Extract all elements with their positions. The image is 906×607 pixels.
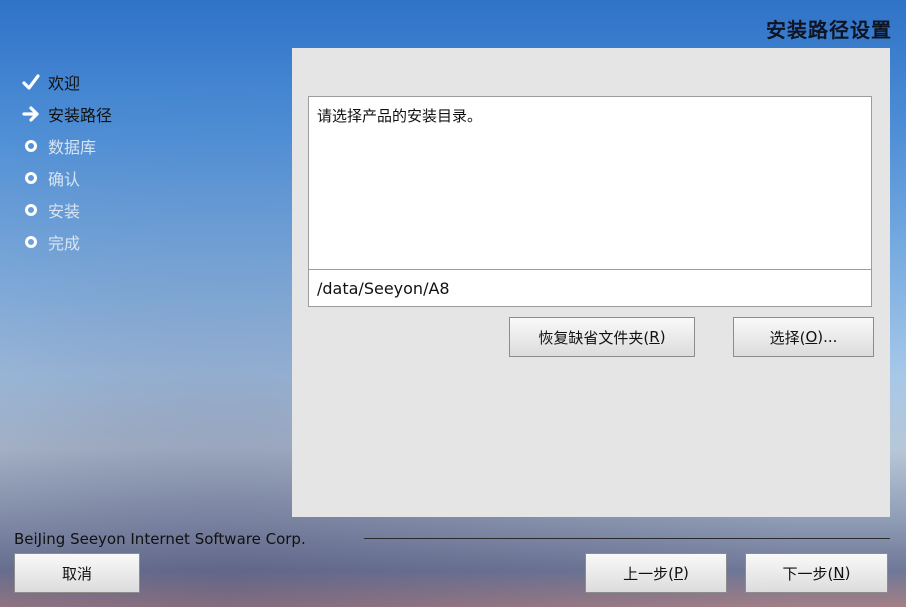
step-welcome: 欢迎 [20,66,112,98]
step-label: 数据库 [48,138,97,157]
circle-icon [20,203,42,217]
step-confirm: 确认 [20,162,112,194]
cancel-label: 取消 [61,564,92,583]
choose-suffix: )... [817,328,838,346]
choose-mnemonic: O [805,328,818,346]
step-install-path: 安装路径 [20,98,112,130]
footer-divider [364,538,890,539]
step-label: 安装路径 [48,106,113,125]
next-button[interactable]: 下一步(N) [745,553,888,593]
next-label: 下一步( [782,564,834,583]
step-finish: 完成 [20,226,112,258]
description-text: 请选择产品的安装目录。 [317,107,483,125]
description-box: 请选择产品的安装目录。 [308,96,872,296]
prev-label-close: ) [683,564,689,582]
prev-label: 上一步( [623,564,674,583]
step-install: 安装 [20,194,112,226]
circle-icon [20,235,42,249]
install-path-field[interactable] [308,269,872,307]
step-label: 确认 [48,170,81,189]
choose-label: 选择( [769,328,806,347]
step-database: 数据库 [20,130,112,162]
previous-button[interactable]: 上一步(P) [585,553,727,593]
prev-mnemonic: P [673,564,684,582]
restore-mnemonic: R [649,328,660,346]
restore-default-label: 恢复缺省文件夹( [538,328,650,347]
step-label: 完成 [48,234,81,253]
page-title: 安装路径设置 [766,18,892,42]
choose-folder-button[interactable]: 选择(O)... [733,317,874,357]
next-mnemonic: N [833,564,845,582]
step-label: 欢迎 [48,74,81,93]
content-panel: 请选择产品的安装目录。 恢复缺省文件夹(R) 选择(O)... [292,48,890,517]
company-name: BeiJing Seeyon Internet Software Corp. [14,530,306,548]
step-label: 安装 [48,202,81,221]
circle-icon [20,171,42,185]
cancel-button[interactable]: 取消 [14,553,140,593]
next-label-close: ) [844,564,851,582]
arrow-right-icon [20,106,42,122]
restore-label-close: ) [659,328,666,346]
circle-icon [20,139,42,153]
restore-default-folder-button[interactable]: 恢复缺省文件夹(R) [509,317,695,357]
step-list: 欢迎 安装路径 数据库 确认 安装 完成 [20,66,112,258]
check-icon [20,74,42,90]
